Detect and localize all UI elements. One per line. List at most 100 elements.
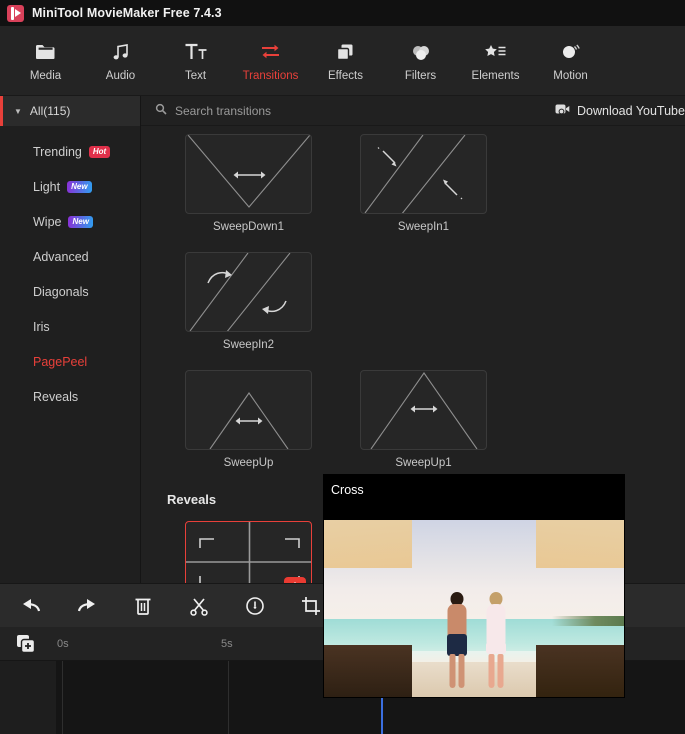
transitions-grid-row1: SweepDown1 SweepIn1 SweepIn2 bbox=[141, 126, 685, 362]
timeline-tick: 0s bbox=[57, 638, 69, 650]
transition-item[interactable]: SweepUp1 bbox=[336, 362, 511, 469]
title-bar: MiniTool MovieMaker Free 7.4.3 bbox=[0, 0, 685, 26]
figure-man bbox=[444, 591, 470, 692]
transition-thumb[interactable] bbox=[185, 252, 312, 332]
transition-thumb[interactable] bbox=[185, 370, 312, 450]
video-download-icon bbox=[555, 103, 570, 118]
tab-text[interactable]: Text bbox=[158, 26, 233, 96]
torso bbox=[486, 603, 506, 646]
tab-transitions-label: Transitions bbox=[242, 69, 299, 82]
sidebar-item-trending[interactable]: Trending Hot bbox=[0, 134, 140, 169]
download-youtube-label: Download YouTube V bbox=[577, 103, 685, 118]
sidebar-item-label: Wipe bbox=[33, 214, 62, 229]
transition-item[interactable]: SweepUp bbox=[161, 362, 336, 469]
tab-audio[interactable]: Audio bbox=[83, 26, 158, 96]
sidebar-item-light[interactable]: Light New bbox=[0, 169, 140, 204]
corner-quadrant-bottom-right bbox=[536, 645, 624, 697]
sidebar-item-label: Light bbox=[33, 179, 61, 194]
shorts bbox=[447, 633, 467, 656]
transition-name: SweepUp bbox=[223, 457, 274, 469]
badge-new: New bbox=[68, 215, 93, 228]
transition-name: SweepUp1 bbox=[395, 457, 452, 469]
tab-media-label: Media bbox=[29, 69, 62, 82]
transition-item[interactable]: SweepIn2 bbox=[161, 244, 336, 351]
window-title: MiniTool MovieMaker Free 7.4.3 bbox=[32, 6, 222, 20]
add-media-icon bbox=[17, 634, 36, 653]
tab-effects[interactable]: Effects bbox=[308, 26, 383, 96]
legs bbox=[488, 653, 504, 688]
sidebar-item-advanced[interactable]: Advanced bbox=[0, 239, 140, 274]
undo-icon bbox=[23, 598, 41, 611]
crop-icon bbox=[302, 596, 320, 615]
transition-item-cross[interactable]: + Cross bbox=[161, 513, 336, 583]
scissors-icon bbox=[190, 597, 208, 616]
transition-name: SweepDown1 bbox=[213, 221, 284, 233]
corner-quadrant-top-right bbox=[536, 520, 624, 568]
transition-preview-popup: Cross bbox=[324, 475, 624, 697]
panel-header: Search transitions Download YouTube V bbox=[141, 96, 685, 126]
tab-motion-label: Motion bbox=[553, 69, 588, 82]
sidebar-item-label: Advanced bbox=[33, 249, 89, 264]
transition-thumb[interactable]: + bbox=[185, 521, 312, 583]
tab-filters-label: Filters bbox=[404, 69, 437, 82]
sidebar-item-label: Iris bbox=[33, 319, 50, 334]
undo-button[interactable] bbox=[18, 593, 44, 619]
track-gutter bbox=[0, 661, 56, 734]
app-window: MiniTool MovieMaker Free 7.4.3 Media Aud… bbox=[0, 0, 685, 734]
transition-thumb[interactable] bbox=[360, 134, 487, 214]
transition-thumb[interactable] bbox=[360, 370, 487, 450]
sidebar-item-diagonals[interactable]: Diagonals bbox=[0, 274, 140, 309]
search-placeholder: Search transitions bbox=[175, 103, 272, 118]
trash-icon bbox=[135, 598, 151, 615]
download-youtube-link[interactable]: Download YouTube V bbox=[555, 103, 685, 118]
sidebar-item-label: Reveals bbox=[33, 389, 79, 404]
split-button[interactable] bbox=[186, 593, 212, 619]
chevron-down-icon: ▼ bbox=[14, 106, 22, 116]
shoreline-layer bbox=[552, 615, 624, 626]
timeline-tick: 5s bbox=[221, 638, 233, 650]
music-note-icon bbox=[111, 41, 131, 63]
add-media-button[interactable] bbox=[15, 633, 37, 655]
tab-transitions[interactable]: Transitions bbox=[233, 26, 308, 96]
transition-item[interactable]: SweepDown1 bbox=[161, 126, 336, 233]
transition-thumb[interactable] bbox=[185, 134, 312, 214]
sidebar-item-iris[interactable]: Iris bbox=[0, 309, 140, 344]
preview-stage bbox=[324, 520, 624, 697]
sidebar-item-wipe[interactable]: Wipe New bbox=[0, 204, 140, 239]
track-divider bbox=[62, 661, 63, 734]
tab-elements[interactable]: Elements bbox=[458, 26, 533, 96]
sidebar-item-label: PagePeel bbox=[33, 354, 88, 369]
transitions-grid-row2: SweepUp SweepUp1 bbox=[141, 362, 685, 480]
torso bbox=[447, 603, 467, 638]
tab-audio-label: Audio bbox=[105, 69, 136, 82]
track-divider bbox=[228, 661, 229, 734]
sidebar-item-pagepeel[interactable]: PagePeel bbox=[0, 344, 140, 379]
tab-motion[interactable]: Motion bbox=[533, 26, 608, 96]
badge-hot: Hot bbox=[88, 145, 111, 158]
sidebar-item-reveals[interactable]: Reveals bbox=[0, 379, 140, 414]
tab-media[interactable]: Media bbox=[8, 26, 83, 96]
tab-text-label: Text bbox=[184, 69, 207, 82]
transition-item[interactable]: SweepIn1 bbox=[336, 126, 511, 233]
category-sidebar: ▼ All(115) Trending Hot Light New Wipe N… bbox=[0, 96, 141, 583]
search-input[interactable]: Search transitions bbox=[155, 102, 271, 120]
add-transition-button[interactable]: + bbox=[284, 577, 306, 583]
tab-elements-label: Elements bbox=[471, 69, 520, 82]
sidebar-item-label: Diagonals bbox=[33, 284, 89, 299]
speed-button[interactable] bbox=[242, 593, 268, 619]
redo-icon bbox=[77, 598, 95, 611]
star-list-icon bbox=[483, 41, 509, 63]
corner-quadrant-bottom-left bbox=[324, 645, 412, 697]
badge-new: New bbox=[67, 180, 92, 193]
tab-filters[interactable]: Filters bbox=[383, 26, 458, 96]
delete-button[interactable] bbox=[130, 593, 156, 619]
redo-button[interactable] bbox=[74, 593, 100, 619]
preview-title: Cross bbox=[331, 483, 364, 497]
filters-drops-icon bbox=[410, 41, 432, 63]
transition-name: SweepIn2 bbox=[222, 339, 275, 351]
sidebar-list: Trending Hot Light New Wipe New Advanced… bbox=[0, 126, 140, 414]
figure-woman bbox=[483, 591, 509, 692]
crop-button[interactable] bbox=[298, 593, 324, 619]
sidebar-item-all[interactable]: ▼ All(115) bbox=[0, 96, 140, 126]
transition-name: SweepIn1 bbox=[397, 221, 450, 233]
